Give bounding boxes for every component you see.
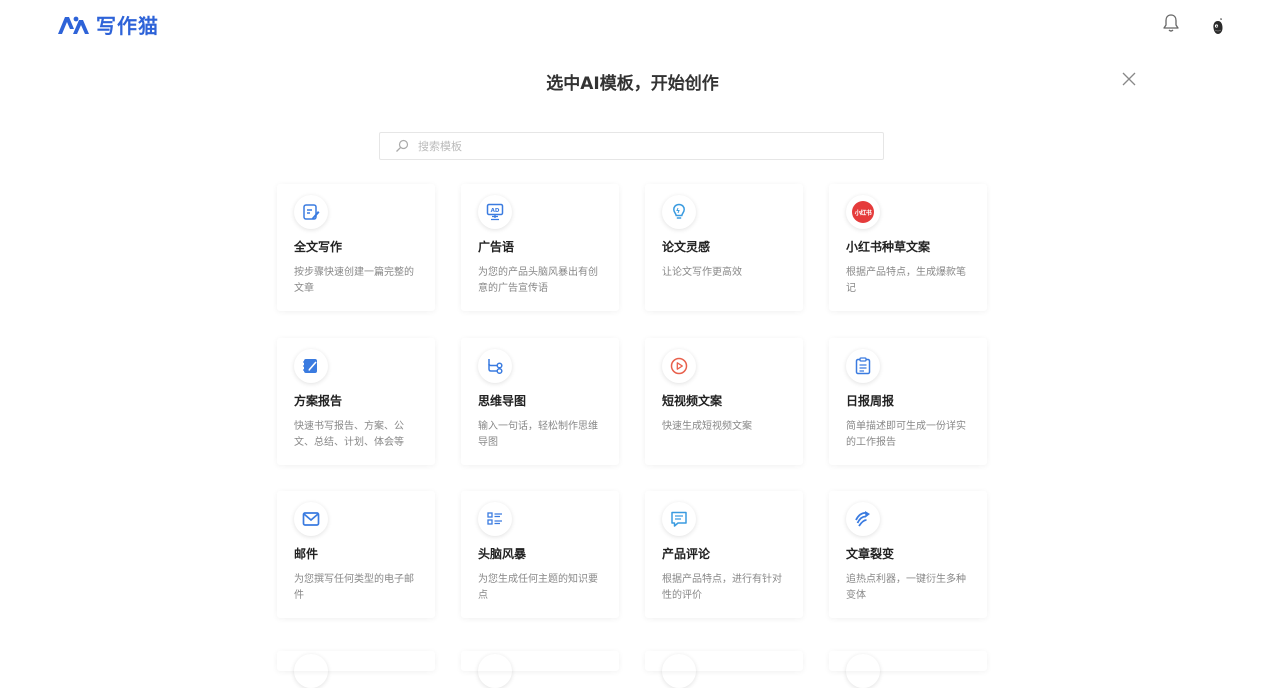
- template-card-daily-weekly-report[interactable]: 日报周报 简单描述即可生成一份详实的工作报告: [829, 338, 987, 465]
- template-card-partial[interactable]: [461, 651, 619, 671]
- template-card-short-video[interactable]: 短视频文案 快速生成短视频文案: [645, 338, 803, 465]
- template-desc: 为您撰写任何类型的电子邮件: [294, 574, 414, 601]
- app-window: 写作猫 选中AI模板，开始创作 全文写作 按步骤快速创建一篇完整的文章: [0, 0, 1265, 671]
- template-desc: 输入一句话，轻松制作思维导图: [478, 421, 598, 448]
- close-icon[interactable]: [1121, 71, 1137, 87]
- play-circle-icon: [662, 349, 696, 383]
- template-title: 日报周报: [846, 394, 895, 408]
- brand-name: 写作猫: [96, 14, 159, 38]
- xiaohongshu-badge-text: 小红书: [852, 201, 874, 223]
- template-card-partial[interactable]: [829, 651, 987, 671]
- notebook-pen-icon: [294, 349, 328, 383]
- search-box[interactable]: [379, 132, 884, 160]
- brand-logo[interactable]: 写作猫: [56, 10, 159, 39]
- template-desc: 为您生成任何主题的知识要点: [478, 574, 598, 601]
- logo-mark-icon: [58, 16, 89, 34]
- template-card-full-writing[interactable]: 全文写作 按步骤快速创建一篇完整的文章: [277, 184, 435, 311]
- template-title: 方案报告: [294, 394, 343, 408]
- template-desc: 简单描述即可生成一份详实的工作报告: [846, 421, 966, 448]
- template-title: 广告语: [478, 240, 515, 254]
- svg-text:AD: AD: [491, 208, 500, 214]
- template-card-article-remix[interactable]: 文章裂变 追热点利器，一键衍生多种变体: [829, 491, 987, 618]
- template-title: 邮件: [294, 547, 319, 561]
- template-desc: 让论文写作更高效: [662, 267, 742, 278]
- ad-board-icon: AD: [478, 195, 512, 229]
- template-title: 产品评论: [662, 547, 711, 561]
- template-card-brainstorm[interactable]: 头脑风暴 为您生成任何主题的知识要点: [461, 491, 619, 618]
- mindmap-icon: [478, 349, 512, 383]
- template-desc: 根据产品特点，进行有针对性的评价: [662, 574, 782, 601]
- template-icon-placeholder: [294, 654, 328, 688]
- swirl-arrow-icon: [846, 502, 880, 536]
- edit-doc-icon: [294, 195, 328, 229]
- template-title: 全文写作: [294, 240, 343, 254]
- lightbulb-icon: [662, 195, 696, 229]
- template-title: 论文灵感: [662, 240, 711, 254]
- search-icon: [396, 139, 409, 152]
- template-desc: 按步骤快速创建一篇完整的文章: [294, 267, 414, 294]
- template-card-product-review[interactable]: 产品评论 根据产品特点，进行有针对性的评价: [645, 491, 803, 618]
- template-card-partial[interactable]: [277, 651, 435, 671]
- template-card-email[interactable]: 邮件 为您撰写任何类型的电子邮件: [277, 491, 435, 618]
- template-title: 思维导图: [478, 394, 527, 408]
- template-title: 短视频文案: [662, 394, 723, 408]
- clipboard-icon: [846, 349, 880, 383]
- search-input[interactable]: [418, 139, 858, 153]
- avatar-icon[interactable]: [1211, 17, 1225, 35]
- template-icon-placeholder: [662, 654, 696, 688]
- template-card-plan-report[interactable]: 方案报告 快速书写报告、方案、公文、总结、计划、体会等: [277, 338, 435, 465]
- template-desc: 根据产品特点，生成爆款笔记: [846, 267, 966, 294]
- template-desc: 追热点利器，一键衍生多种变体: [846, 574, 966, 601]
- template-card-ad-slogan[interactable]: AD 广告语 为您的产品头脑风暴出有创意的广告宣传语: [461, 184, 619, 311]
- template-card-paper-inspiration[interactable]: 论文灵感 让论文写作更高效: [645, 184, 803, 311]
- template-card-mindmap[interactable]: 思维导图 输入一句话，轻松制作思维导图: [461, 338, 619, 465]
- template-title: 头脑风暴: [478, 547, 527, 561]
- template-desc: 快速生成短视频文案: [662, 421, 752, 432]
- template-card-xiaohongshu[interactable]: 小红书 小红书种草文案 根据产品特点，生成爆款笔记: [829, 184, 987, 311]
- modal-title: 选中AI模板，开始创作: [546, 74, 719, 94]
- template-title: 文章裂变: [846, 547, 895, 561]
- template-desc: 为您的产品头脑风暴出有创意的广告宣传语: [478, 267, 598, 294]
- template-icon-placeholder: [478, 654, 512, 688]
- bell-icon[interactable]: [1161, 13, 1181, 33]
- template-icon-placeholder: [846, 654, 880, 688]
- list-icon: [478, 502, 512, 536]
- xiaohongshu-icon: 小红书: [846, 195, 880, 229]
- comment-icon: [662, 502, 696, 536]
- template-title: 小红书种草文案: [846, 240, 931, 254]
- mail-icon: [294, 502, 328, 536]
- template-desc: 快速书写报告、方案、公文、总结、计划、体会等: [294, 421, 404, 448]
- template-card-partial[interactable]: [645, 651, 803, 671]
